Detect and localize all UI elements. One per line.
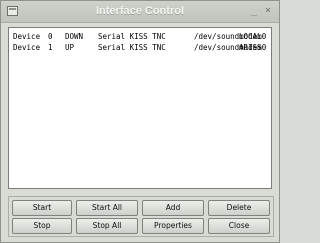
list-item[interactable]: Device 1 UP Serial KISS TNC /dev/soundmo… [13,43,269,53]
device-status: DOWN [65,32,84,41]
device-type: Serial KISS TNC [98,43,166,52]
interface-control-window: Interface Control _ × Device 0 DOWN Seri… [0,0,280,243]
start-all-button[interactable]: Start All [76,200,138,216]
window-title: Interface Control [95,5,184,17]
close-window-icon[interactable]: × [263,6,273,16]
device-status: UP [65,43,75,52]
device-label: Device [13,32,41,41]
stop-button[interactable]: Stop [12,218,72,234]
device-label: Device [13,43,41,52]
start-button[interactable]: Start [12,200,72,216]
device-name: LOCAL [239,32,262,41]
device-index: 1 [48,43,53,52]
list-item[interactable]: Device 0 DOWN Serial KISS TNC /dev/sound… [13,32,269,42]
close-button[interactable]: Close [208,218,270,234]
title-bar[interactable]: Interface Control _ × [1,1,279,23]
button-panel: Start Start All Add Delete Stop Stop All… [8,196,274,237]
delete-button[interactable]: Delete [208,200,270,216]
add-button[interactable]: Add [142,200,204,216]
device-type: Serial KISS TNC [98,32,166,41]
stop-all-button[interactable]: Stop All [76,218,138,234]
minimize-icon[interactable]: _ [249,6,259,16]
device-name: ARISS [239,43,262,52]
device-list[interactable]: Device 0 DOWN Serial KISS TNC /dev/sound… [8,27,272,189]
device-index: 0 [48,32,53,41]
properties-button[interactable]: Properties [142,218,204,234]
